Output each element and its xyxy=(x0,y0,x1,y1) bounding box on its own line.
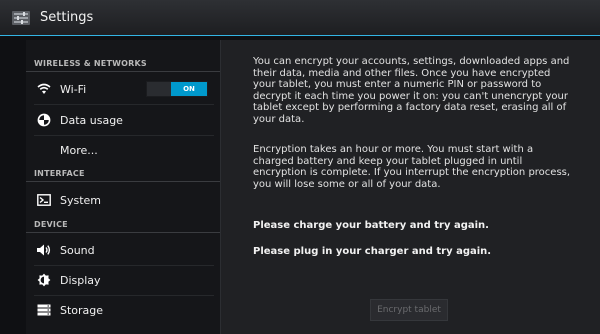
display-icon xyxy=(36,272,52,288)
sidebar-item-label: Storage xyxy=(60,303,104,317)
sidebar-item-display[interactable]: Display xyxy=(26,265,220,295)
section-header-wireless: WIRELESS & NETWORKS xyxy=(34,59,147,68)
settings-icon[interactable] xyxy=(8,5,34,31)
sidebar-item-storage[interactable]: Storage xyxy=(26,295,220,325)
sidebar-item-system[interactable]: System xyxy=(26,185,220,215)
sidebar-item-more[interactable]: More... xyxy=(26,135,220,165)
encryption-panel: You can encrypt your accounts, settings,… xyxy=(220,40,600,334)
section-header-device: DEVICE xyxy=(34,220,68,229)
sidebar-item-label: Display xyxy=(60,273,101,287)
settings-sidebar: WIRELESS & NETWORKS Wi-Fi ON Data usage … xyxy=(26,40,220,334)
system-icon xyxy=(36,192,52,208)
sidebar-item-data-usage[interactable]: Data usage xyxy=(26,105,220,135)
sidebar-item-label: Data usage xyxy=(60,113,123,127)
sidebar-item-label: Wi-Fi xyxy=(60,82,87,96)
app-title: Settings xyxy=(40,10,94,25)
storage-icon xyxy=(36,302,52,318)
wifi-icon xyxy=(36,81,52,97)
section-header-interface: INTERFACE xyxy=(34,169,85,178)
sidebar-item-wifi[interactable]: Wi-Fi ON xyxy=(26,74,220,104)
encryption-time-warning: Encryption takes an hour or more. You mu… xyxy=(253,144,571,190)
toggle-on-label: ON xyxy=(171,82,207,96)
sidebar-item-label: Sound xyxy=(60,243,95,257)
action-bar: Settings xyxy=(0,0,600,36)
battery-warning: Please charge your battery and try again… xyxy=(253,220,489,231)
sidebar-item-sound[interactable]: Sound xyxy=(26,235,220,265)
sidebar-item-label: More... xyxy=(60,143,98,157)
encryption-description: You can encrypt your accounts, settings,… xyxy=(253,56,570,125)
section-divider xyxy=(26,71,220,72)
section-divider xyxy=(26,232,220,233)
sidebar-item-label: System xyxy=(60,193,102,207)
sound-icon xyxy=(36,242,52,258)
section-divider xyxy=(26,181,220,182)
charger-warning: Please plug in your charger and try agai… xyxy=(253,246,492,257)
encrypt-tablet-button[interactable]: Encrypt tablet xyxy=(370,299,448,321)
wifi-toggle[interactable]: ON xyxy=(146,81,208,97)
data-usage-icon xyxy=(36,112,52,128)
